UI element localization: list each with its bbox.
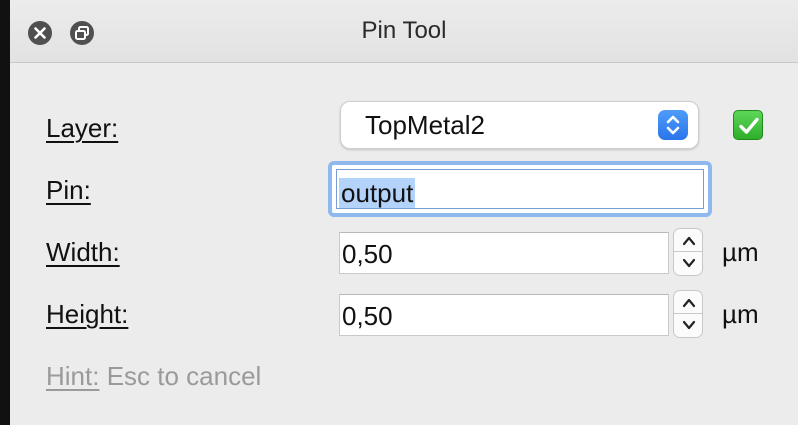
checkmark-icon[interactable] xyxy=(733,110,763,140)
hint-label: Hint: xyxy=(46,361,100,391)
width-label: Width: xyxy=(46,237,120,267)
layer-label: Layer: xyxy=(46,113,119,143)
title-bar[interactable]: Pin Tool xyxy=(10,0,798,63)
layer-select[interactable]: TopMetal2 xyxy=(340,101,699,149)
pin-label: Pin: xyxy=(46,175,91,205)
restore-icon[interactable] xyxy=(70,21,94,45)
width-decrement-button[interactable] xyxy=(673,252,703,276)
width-increment-button[interactable] xyxy=(673,228,703,252)
height-decrement-button[interactable] xyxy=(673,314,703,338)
layer-select-value: TopMetal2 xyxy=(365,110,485,140)
pin-input-box[interactable]: output xyxy=(336,169,704,209)
height-input[interactable]: 0,50 xyxy=(339,294,669,336)
height-unit: µm xyxy=(722,299,759,329)
select-updown-icon xyxy=(658,110,688,140)
close-icon[interactable] xyxy=(28,21,52,45)
pin-input[interactable]: output xyxy=(328,161,712,217)
pin-input-value: output xyxy=(339,178,416,208)
width-input-value: 0,50 xyxy=(342,239,393,269)
window-title: Pin Tool xyxy=(361,17,447,44)
height-input-value: 0,50 xyxy=(342,301,393,331)
height-label: Height: xyxy=(46,299,129,329)
hint-text: Hint: Esc to cancel xyxy=(46,361,261,392)
height-increment-button[interactable] xyxy=(673,290,703,314)
width-unit: µm xyxy=(722,237,759,267)
height-stepper[interactable] xyxy=(673,290,703,338)
hint-message: Esc to cancel xyxy=(99,361,262,391)
width-input[interactable]: 0,50 xyxy=(339,232,669,274)
window-left-edge xyxy=(0,0,10,425)
pin-tool-window: Pin Tool Layer: TopMetal2 Pin: output Wi… xyxy=(0,0,798,425)
width-stepper[interactable] xyxy=(673,228,703,276)
